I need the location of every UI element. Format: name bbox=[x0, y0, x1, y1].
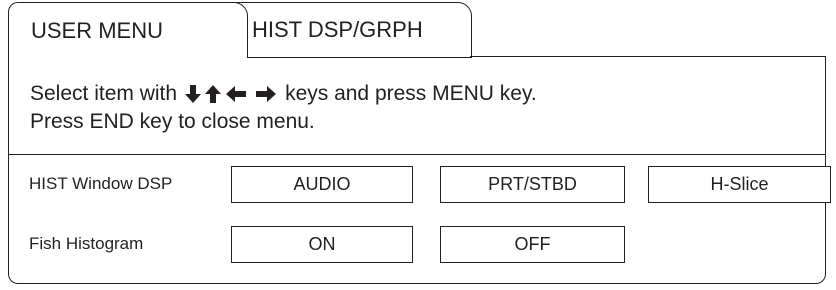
tab-user-menu[interactable]: USER MENU bbox=[8, 2, 248, 58]
option-h-slice-label: H-Slice bbox=[710, 174, 769, 194]
instructions: Select item with keys and press MENU key… bbox=[30, 80, 537, 136]
tab-hist-dsp-grph-label: HIST DSP/GRPH bbox=[252, 17, 423, 42]
option-on-label: ON bbox=[308, 234, 336, 254]
option-on[interactable]: ON bbox=[231, 226, 413, 263]
arrow-up-icon bbox=[205, 84, 222, 104]
option-audio[interactable]: AUDIO bbox=[231, 166, 413, 203]
arrow-left-icon bbox=[225, 86, 247, 102]
option-off[interactable]: OFF bbox=[440, 226, 625, 263]
instruction-prefix: Select item with bbox=[30, 82, 178, 105]
fish-histogram-label: Fish Histogram bbox=[29, 234, 144, 253]
option-prt-stbd-label: PRT/STBD bbox=[488, 174, 577, 194]
hist-window-dsp-label: HIST Window DSP bbox=[29, 174, 173, 193]
section-divider bbox=[8, 154, 826, 155]
arrow-right-icon bbox=[255, 86, 277, 102]
tab-strip-divider bbox=[470, 56, 826, 57]
instruction-line-2-text: Press END key to close menu. bbox=[30, 110, 315, 133]
option-prt-stbd[interactable]: PRT/STBD bbox=[440, 166, 625, 203]
tab-hist-dsp-grph[interactable]: HIST DSP/GRPH bbox=[236, 2, 472, 58]
tab-user-menu-label: USER MENU bbox=[31, 17, 164, 43]
arrow-down-icon bbox=[185, 84, 202, 104]
option-off-label: OFF bbox=[514, 234, 551, 254]
instruction-suffix: keys and press MENU key. bbox=[285, 82, 537, 105]
instruction-line-1: Select item with keys and press MENU key… bbox=[30, 80, 537, 108]
option-audio-label: AUDIO bbox=[293, 174, 351, 194]
instruction-line-2: Press END key to close menu. bbox=[30, 108, 537, 136]
option-h-slice[interactable]: H-Slice bbox=[648, 166, 831, 203]
